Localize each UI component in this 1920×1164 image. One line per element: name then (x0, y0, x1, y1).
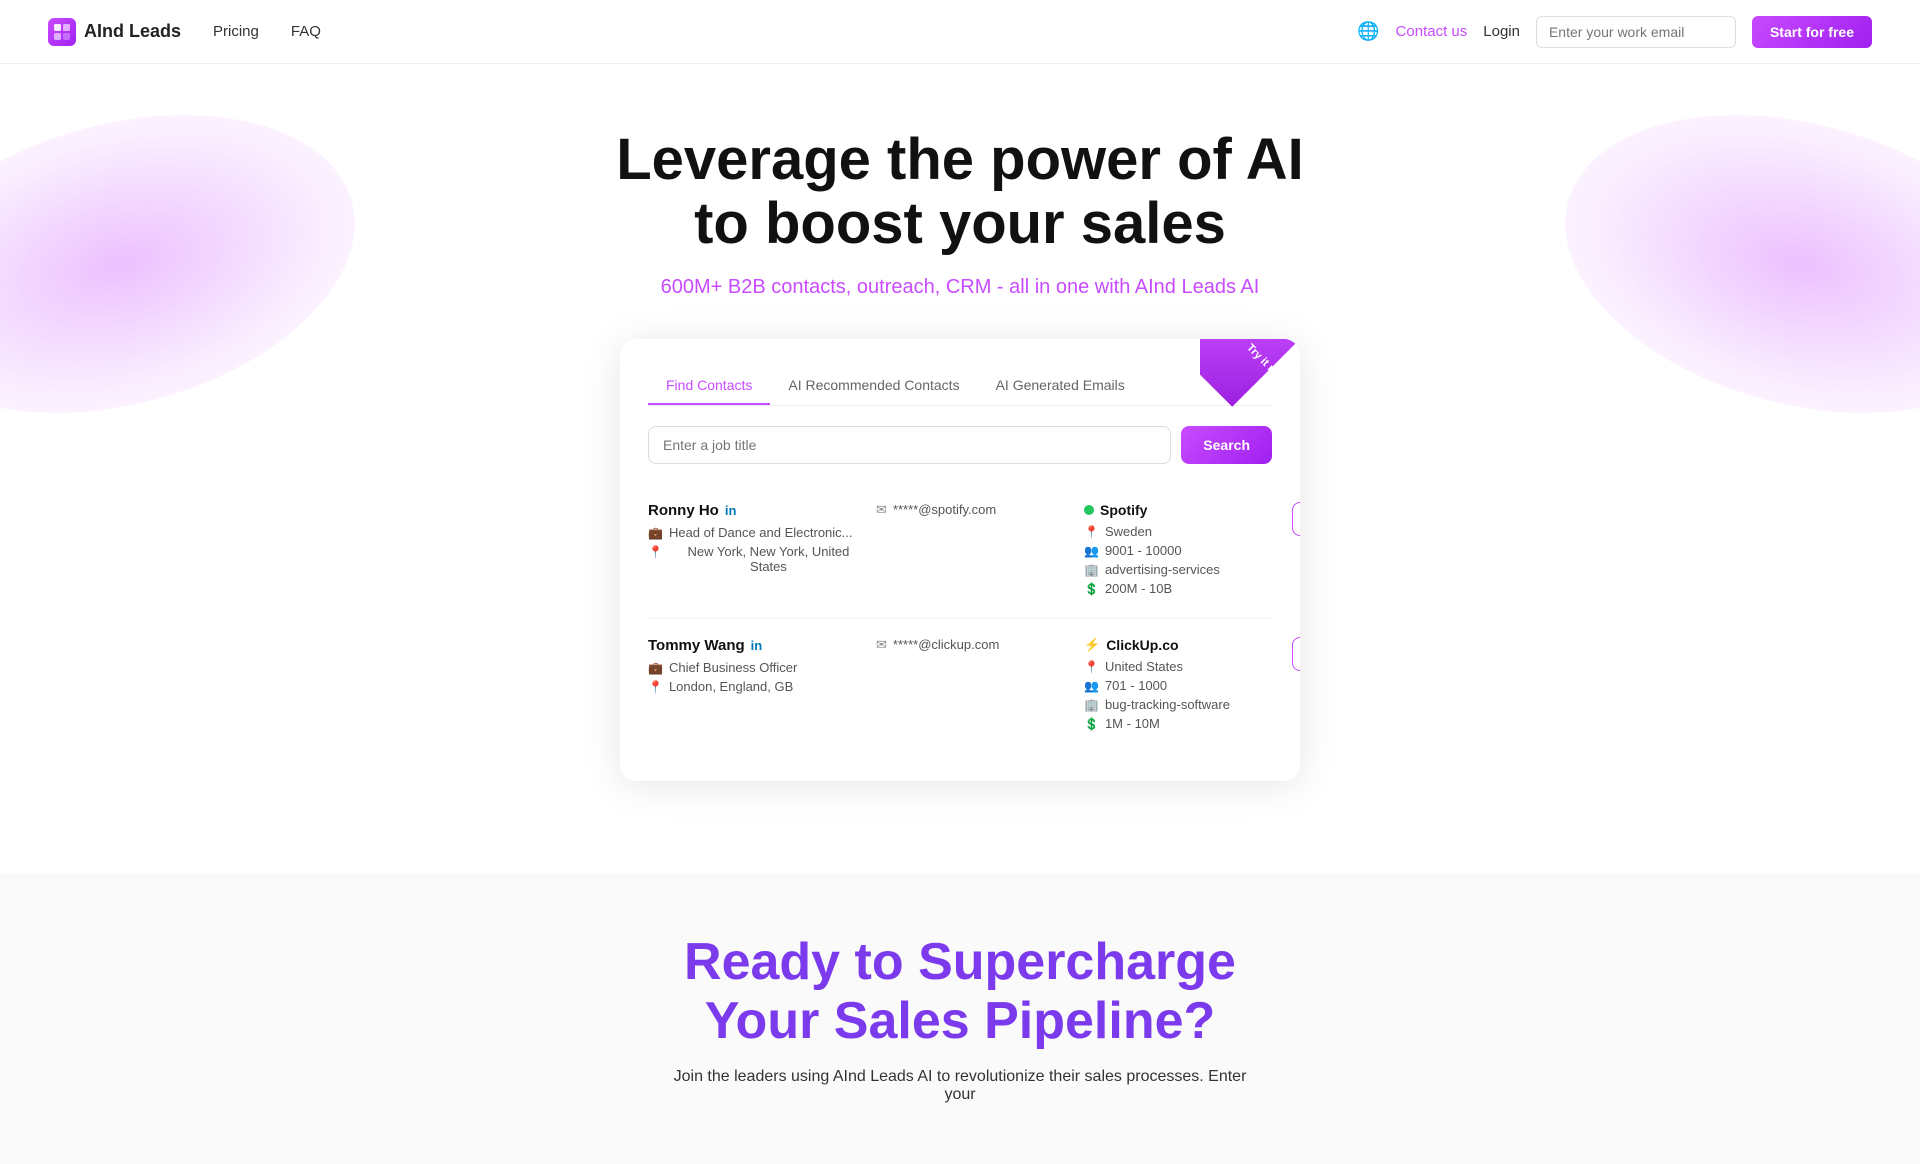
email-icon-2: ✉ (876, 637, 887, 653)
hero-title: Leverage the power of AI to boost your s… (48, 128, 1872, 256)
location-icon-1: 📍 (1084, 525, 1099, 539)
contact-info-1: Ronny Ho in 💼 Head of Dance and Electron… (648, 502, 868, 578)
briefcase-icon-1: 💼 (648, 526, 663, 540)
email-input-nav[interactable] (1536, 16, 1736, 48)
contact-company-2: ⚡ ClickUp.co 📍 United States 👥 701 - 100… (1084, 637, 1284, 735)
clickup-icon: ⚡ (1084, 637, 1100, 653)
building-icon-2: 🏢 (1084, 698, 1099, 712)
company-revenue-2: 💲 1M - 10M (1084, 716, 1284, 731)
bottom-title: Ready to Supercharge Your Sales Pipeline… (48, 933, 1872, 1053)
company-revenue-1: 💲 200M - 10B (1084, 581, 1284, 596)
contact-row: Ronny Ho in 💼 Head of Dance and Electron… (648, 484, 1272, 619)
pin-icon-1: 📍 (648, 545, 663, 559)
company-industry-2: 🏢 bug-tracking-software (1084, 697, 1284, 712)
tab-ai-recommended[interactable]: AI Recommended Contacts (770, 367, 977, 405)
contact-company-1: Spotify 📍 Sweden 👥 9001 - 10000 🏢 advert… (1084, 502, 1284, 600)
company-country-2: 📍 United States (1084, 659, 1284, 674)
start-free-button[interactable]: Start for free (1752, 16, 1872, 48)
navbar-left: AInd Leads Pricing FAQ (48, 18, 321, 46)
pin-icon-2: 📍 (648, 680, 663, 694)
nav-pricing[interactable]: Pricing (213, 23, 259, 40)
contact-title-1: 💼 Head of Dance and Electronic... (648, 525, 868, 540)
job-title-input[interactable] (648, 426, 1171, 464)
logo-text: AInd Leads (84, 21, 181, 42)
company-employees-1: 👥 9001 - 10000 (1084, 543, 1284, 558)
company-employees-2: 👥 701 - 1000 (1084, 678, 1284, 693)
people-icon-1: 👥 (1084, 544, 1099, 558)
globe-button[interactable]: 🌐 (1357, 21, 1379, 42)
money-icon-1: 💲 (1084, 582, 1099, 596)
bottom-section: Ready to Supercharge Your Sales Pipeline… (0, 873, 1920, 1164)
add-contact-wrap-1: 👤+ Add contact (1292, 502, 1300, 536)
people-icon-2: 👥 (1084, 679, 1099, 693)
contact-link[interactable]: Contact us (1396, 23, 1468, 40)
tab-find-contacts[interactable]: Find Contacts (648, 367, 770, 405)
nav-faq[interactable]: FAQ (291, 23, 321, 40)
contact-info-2: Tommy Wang in 💼 Chief Business Officer 📍… (648, 637, 868, 698)
email-value-2: ✉ *****@clickup.com (876, 637, 1076, 653)
linkedin-icon-1: in (725, 503, 737, 518)
navbar-right: 🌐 Contact us Login Start for free (1357, 16, 1872, 48)
tabs-container: Find Contacts AI Recommended Contacts AI… (648, 367, 1272, 406)
company-industry-1: 🏢 advertising-services (1084, 562, 1284, 577)
hero-section: Leverage the power of AI to boost your s… (0, 64, 1920, 873)
tab-ai-emails[interactable]: AI Generated Emails (978, 367, 1143, 405)
contact-location-2: 📍 London, England, GB (648, 679, 868, 694)
money-icon-2: 💲 (1084, 717, 1099, 731)
company-name-2: ⚡ ClickUp.co (1084, 637, 1284, 653)
contact-location-1: 📍 New York, New York, United States (648, 544, 868, 574)
email-icon-1: ✉ (876, 502, 887, 518)
location-icon-2: 📍 (1084, 660, 1099, 674)
add-contact-button-2[interactable]: 👤+ Add contact (1292, 637, 1300, 671)
demo-card: Try it now Find Contacts AI Recommended … (620, 339, 1300, 781)
logo[interactable]: AInd Leads (48, 18, 181, 46)
navbar: AInd Leads Pricing FAQ 🌐 Contact us Logi… (0, 0, 1920, 64)
add-contact-wrap-2: 👤+ Add contact (1292, 637, 1300, 671)
contact-email-2: ✉ *****@clickup.com (876, 637, 1076, 657)
add-contact-button-1[interactable]: 👤+ Add contact (1292, 502, 1300, 536)
logo-icon (48, 18, 76, 46)
linkedin-icon-2: in (751, 638, 763, 653)
contact-email-1: ✉ *****@spotify.com (876, 502, 1076, 522)
demo-container: Try it now Find Contacts AI Recommended … (48, 339, 1872, 781)
email-value-1: ✉ *****@spotify.com (876, 502, 1076, 518)
company-dot-1 (1084, 505, 1094, 515)
contact-name-1: Ronny Ho in (648, 502, 868, 519)
company-name-1: Spotify (1084, 502, 1284, 518)
contact-title-2: 💼 Chief Business Officer (648, 660, 868, 675)
briefcase-icon-2: 💼 (648, 661, 663, 675)
login-link[interactable]: Login (1483, 23, 1520, 40)
bottom-subtitle: Join the leaders using AInd Leads AI to … (660, 1068, 1260, 1104)
contact-name-2: Tommy Wang in (648, 637, 868, 654)
building-icon-1: 🏢 (1084, 563, 1099, 577)
hero-subtitle: 600M+ B2B contacts, outreach, CRM - all … (48, 276, 1872, 299)
contact-row-2: Tommy Wang in 💼 Chief Business Officer 📍… (648, 619, 1272, 753)
search-row: Search (648, 426, 1272, 464)
try-it-badge: Try it now (1200, 339, 1300, 439)
company-country-1: 📍 Sweden (1084, 524, 1284, 539)
